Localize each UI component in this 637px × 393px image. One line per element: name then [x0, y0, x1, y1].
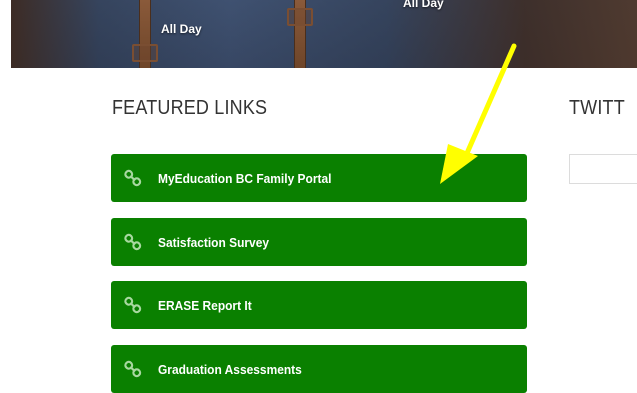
link-icon	[123, 168, 143, 188]
backpack-buckle	[132, 44, 158, 62]
link-icon	[123, 359, 143, 379]
link-graduation-assessments[interactable]: Graduation Assessments	[111, 345, 527, 393]
featured-links-heading: FEATURED LINKS	[112, 97, 268, 119]
link-icon	[123, 295, 143, 315]
link-myeducation-bc-family-portal[interactable]: MyEducation BC Family Portal	[111, 154, 527, 202]
link-erase-report-it[interactable]: ERASE Report It	[111, 281, 527, 329]
link-icon	[123, 232, 143, 252]
backpack-buckle	[287, 8, 313, 26]
link-label: Satisfaction Survey	[158, 234, 270, 250]
link-label: ERASE Report It	[158, 297, 252, 313]
link-label: Graduation Assessments	[158, 361, 302, 377]
hero-banner: All Day All Day	[11, 0, 637, 68]
twitter-heading: TWITT	[569, 97, 625, 119]
twitter-feed-box[interactable]	[569, 154, 637, 184]
event-time: All Day	[161, 22, 202, 36]
event-time: All Day	[403, 0, 444, 10]
link-label: MyEducation BC Family Portal	[158, 170, 332, 186]
link-satisfaction-survey[interactable]: Satisfaction Survey	[111, 218, 527, 266]
